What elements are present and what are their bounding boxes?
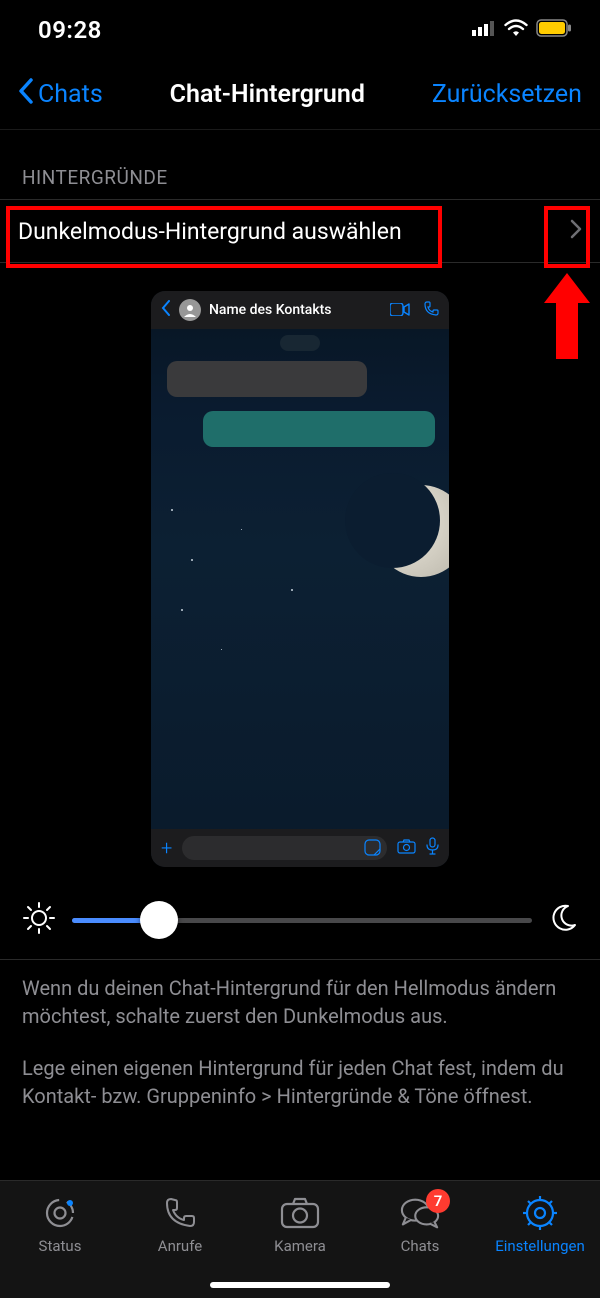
chats-badge: 7 [426,1189,450,1213]
home-indicator[interactable] [210,1282,390,1288]
incoming-bubble [167,361,367,397]
tab-label: Status [39,1237,82,1255]
help-p1: Wenn du deinen Chat-Hintergrund für den … [22,974,578,1030]
microphone-icon [426,837,439,859]
star-graphic [291,589,293,591]
tab-label: Einstellungen [495,1237,585,1255]
star-graphic [221,649,222,650]
moon-graphic [375,485,449,577]
chevron-left-icon [18,78,34,111]
date-pill [280,335,320,351]
tab-calls[interactable]: Anrufe [120,1181,240,1298]
chat-preview-frame: Name des Kontakts + [151,291,449,867]
tab-chats[interactable]: Chats 7 [360,1181,480,1298]
moon-icon [548,903,578,937]
tab-settings[interactable]: Einstellungen [480,1181,600,1298]
status-time: 09:28 [38,16,102,44]
status-icon [40,1195,80,1231]
camera-icon [280,1195,320,1231]
star-graphic [241,529,242,530]
tab-label: Kamera [274,1237,326,1255]
wallpaper-preview: Name des Kontakts + [0,263,600,887]
row-label: Dunkelmodus-Hintergrund auswählen [18,218,402,245]
tab-label: Chats [401,1237,440,1255]
avatar-icon [179,299,201,321]
wifi-icon [504,19,528,41]
chevron-right-icon [570,219,582,243]
preview-header: Name des Kontakts [151,291,449,329]
help-p2: Lege einen eigenen Hintergrund für jeden… [22,1054,578,1110]
preview-body [151,329,449,829]
plus-icon: + [161,836,172,860]
sticker-icon [364,839,381,860]
tab-label: Anrufe [158,1237,202,1255]
reset-button[interactable]: Zurücksetzen [432,80,582,109]
battery-icon [536,19,572,41]
cellular-icon [472,20,496,40]
preview-input-bar: + [151,829,449,867]
star-graphic [191,559,193,561]
phone-icon [160,1195,200,1231]
star-graphic [171,509,173,511]
contact-name: Name des Kontakts [209,302,382,318]
select-dark-wallpaper-row[interactable]: Dunkelmodus-Hintergrund auswählen [0,199,600,263]
nav-bar: Chats Chat-Hintergrund Zurücksetzen [0,60,600,130]
gear-icon [520,1195,560,1231]
message-input [182,836,387,860]
outgoing-bubble [203,411,435,447]
help-text: Wenn du deinen Chat-Hintergrund für den … [0,959,600,1124]
brightness-slider-row [0,887,600,959]
tab-bar: Status Anrufe Kamera Chats 7 Einstellung… [0,1180,600,1298]
brightness-slider[interactable] [72,918,532,923]
section-header: HINTERGRÜNDE [0,130,600,199]
star-graphic [181,609,183,611]
page-title: Chat-Hintergrund [170,80,365,109]
tab-camera[interactable]: Kamera [240,1181,360,1298]
status-bar: 09:28 [0,0,600,60]
chevron-left-icon [161,300,171,320]
back-label: Chats [38,80,103,109]
back-button[interactable]: Chats [18,78,103,111]
tab-status[interactable]: Status [0,1181,120,1298]
video-call-icon [390,301,410,320]
status-icons [472,19,572,41]
sun-icon [22,901,56,939]
camera-icon [397,839,416,858]
voice-call-icon [424,301,439,320]
slider-thumb[interactable] [140,901,178,939]
